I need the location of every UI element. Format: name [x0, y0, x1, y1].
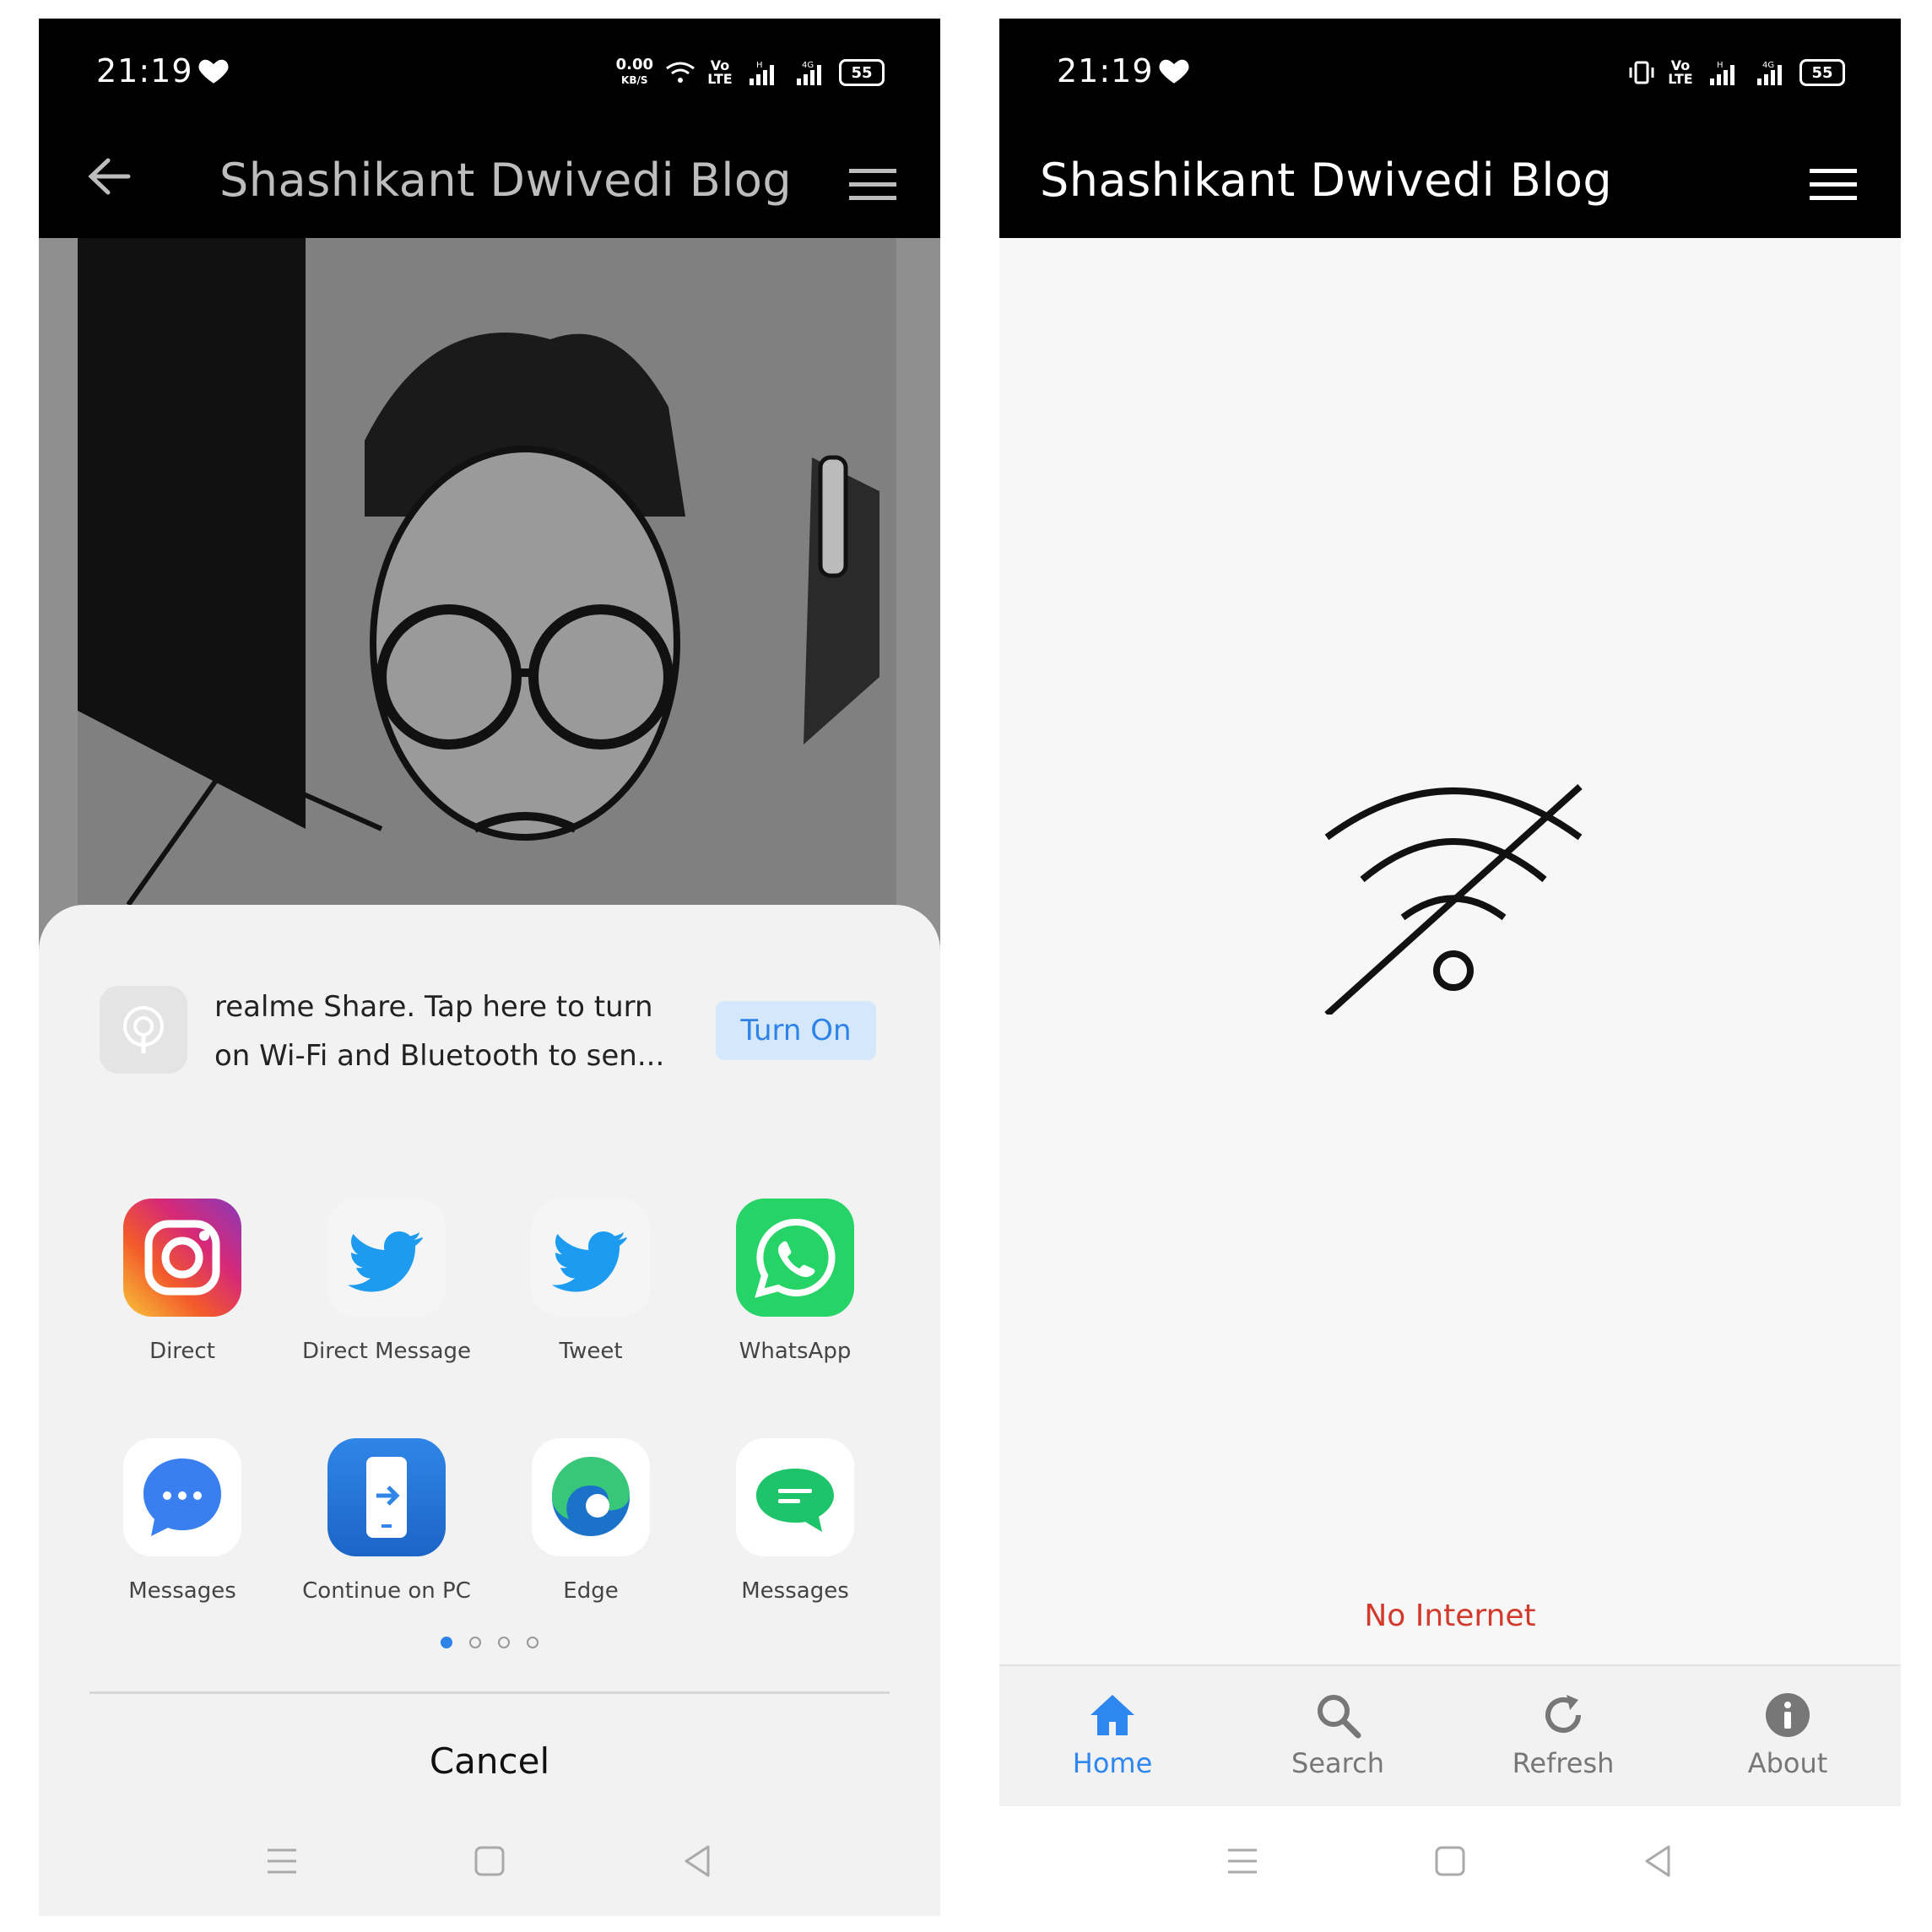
status-icons: Vo LTE H 4G 55 [1627, 56, 1845, 89]
bottom-navigation: Home Search Refresh About [999, 1664, 1901, 1810]
share-app-instagram-direct[interactable]: Direct [81, 1199, 284, 1364]
profile-photo-area [39, 238, 940, 998]
app-label: WhatsApp [739, 1339, 852, 1364]
status-icons: 0.00 KB/S Vo LTE H 4G 55 [616, 56, 885, 89]
app-label: Messages [128, 1578, 236, 1604]
menu-icon[interactable] [849, 167, 896, 203]
signal-4g-icon: 4G [1757, 61, 1782, 85]
chat-icon [736, 1438, 854, 1556]
cancel-button[interactable]: Cancel [39, 1740, 940, 1782]
app-label: Continue on PC [302, 1578, 471, 1604]
refresh-icon [1545, 1695, 1581, 1733]
page-dot[interactable] [498, 1637, 510, 1648]
whatsapp-icon [736, 1199, 854, 1317]
bottom-nav-search[interactable]: Search [1253, 1690, 1422, 1779]
divider [89, 1691, 890, 1694]
messages-icon [123, 1438, 241, 1556]
home-nav-icon[interactable] [1431, 1842, 1469, 1881]
signal-icon: H [1710, 61, 1734, 85]
continue-on-pc-icon [327, 1438, 446, 1556]
recent-apps-icon[interactable] [1223, 1842, 1262, 1881]
menu-icon[interactable] [1810, 167, 1857, 203]
app-label: Direct [149, 1339, 215, 1364]
share-app-messages[interactable]: Messages [81, 1438, 284, 1604]
right-screen: 21:19 Vo LTE H 4G 55 Shashikant Dwivedi … [999, 19, 1901, 1916]
system-nav-bar [999, 1806, 1901, 1916]
share-app-messages-2[interactable]: Messages [694, 1438, 896, 1604]
heart-icon [1159, 59, 1189, 84]
svg-text:4G: 4G [1762, 61, 1774, 70]
wifi-status-icon [666, 62, 695, 83]
turn-on-button[interactable]: Turn On [716, 1001, 876, 1060]
home-nav-icon[interactable] [470, 1842, 509, 1881]
status-bar: 21:19 0.00 KB/S Vo LTE H 4G 55 [39, 19, 940, 111]
share-app-tweet[interactable]: Tweet [490, 1199, 692, 1364]
app-bar: Shashikant Dwivedi Blog [39, 111, 940, 238]
main-content: No Internet [999, 238, 1901, 1841]
back-nav-icon[interactable] [678, 1842, 717, 1881]
signal-4g-icon: 4G [797, 61, 821, 85]
share-sheet: realme Share. Tap here to turn on Wi-Fi … [39, 905, 940, 1916]
app-label: Direct Message [301, 1339, 472, 1364]
volte-indicator: Vo LTE [707, 57, 733, 87]
share-app-direct-message[interactable]: Direct Message [285, 1199, 488, 1364]
profile-photo [78, 238, 896, 905]
back-arrow-icon[interactable] [84, 155, 132, 198]
status-time: 21:19 [1057, 52, 1154, 89]
status-time: 21:19 [96, 52, 193, 89]
bottom-nav-home[interactable]: Home [1028, 1690, 1197, 1779]
realme-share-message[interactable]: realme Share. Tap here to turn on Wi-Fi … [214, 982, 687, 1080]
app-title: Shashikant Dwivedi Blog [219, 154, 793, 207]
volte-indicator: Vo LTE [1668, 57, 1693, 87]
app-title: Shashikant Dwivedi Blog [1040, 154, 1613, 207]
no-internet-message: No Internet [1364, 1599, 1536, 1633]
search-icon [1318, 1695, 1361, 1739]
status-bar: 21:19 Vo LTE H 4G 55 [999, 19, 1901, 111]
wifi-off-icon [1324, 784, 1583, 1015]
instagram-icon [123, 1199, 241, 1317]
bottom-nav-label: Search [1291, 1747, 1384, 1779]
page-dot[interactable] [441, 1637, 452, 1648]
page-dot[interactable] [469, 1637, 481, 1648]
app-label: Messages [741, 1578, 849, 1604]
bottom-nav-label: Refresh [1512, 1747, 1615, 1779]
left-screen: 21:19 0.00 KB/S Vo LTE H 4G 55 Shashikant… [39, 19, 940, 1916]
bottom-nav-refresh[interactable]: Refresh [1479, 1690, 1648, 1779]
app-label: Edge [563, 1578, 619, 1604]
network-speed: 0.00 KB/S [615, 56, 653, 87]
back-nav-icon[interactable] [1638, 1842, 1677, 1881]
page-dot[interactable] [527, 1637, 538, 1648]
svg-text:H: H [1717, 61, 1724, 70]
app-bar: Shashikant Dwivedi Blog [999, 111, 1901, 238]
app-label: Tweet [559, 1339, 623, 1364]
vibrate-icon [1629, 61, 1654, 84]
twitter-icon [532, 1199, 650, 1317]
page-indicator [39, 1637, 940, 1648]
share-app-continue-on-pc[interactable]: Continue on PC [285, 1438, 488, 1604]
signal-icon: H [750, 61, 774, 85]
bottom-nav-label: Home [1072, 1747, 1153, 1779]
home-icon [1090, 1695, 1134, 1735]
info-icon [1766, 1693, 1810, 1737]
bottom-nav-label: About [1747, 1747, 1828, 1779]
bottom-nav-about[interactable]: About [1703, 1690, 1872, 1779]
battery-icon: 55 [1799, 59, 1845, 86]
svg-text:4G: 4G [802, 61, 814, 70]
twitter-icon [327, 1199, 446, 1317]
realme-share-icon [100, 986, 187, 1074]
system-nav-bar [39, 1806, 940, 1916]
heart-icon [198, 59, 229, 84]
edge-icon [532, 1438, 650, 1556]
recent-apps-icon[interactable] [262, 1842, 301, 1881]
share-app-whatsapp[interactable]: WhatsApp [694, 1199, 896, 1364]
svg-text:H: H [756, 61, 763, 70]
battery-icon: 55 [839, 59, 885, 86]
share-app-edge[interactable]: Edge [490, 1438, 692, 1604]
